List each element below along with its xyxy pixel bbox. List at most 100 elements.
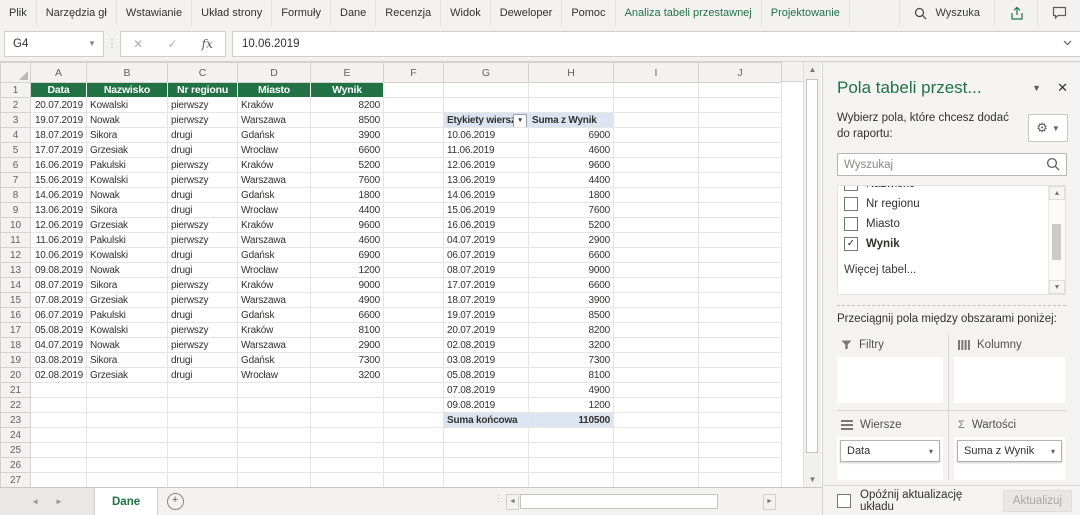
cell-J6[interactable]	[699, 158, 782, 173]
sheet-nav-left-icon[interactable]: ◄	[31, 497, 39, 506]
fields-search-input[interactable]	[837, 153, 1067, 176]
cell-F2[interactable]	[384, 98, 444, 113]
column-header-c[interactable]: C	[168, 63, 238, 83]
cell-H3[interactable]: Suma z Wynik	[529, 113, 614, 128]
cell-H12[interactable]: 6600	[529, 248, 614, 263]
cell-F24[interactable]	[384, 428, 444, 443]
cell-E13[interactable]: 1200	[311, 263, 384, 278]
cell-C13[interactable]: drugi	[168, 263, 238, 278]
cell-A18[interactable]: 04.07.2019	[31, 338, 87, 353]
cell-H5[interactable]: 4600	[529, 143, 614, 158]
cell-F23[interactable]	[384, 413, 444, 428]
cell-E7[interactable]: 7600	[311, 173, 384, 188]
cell-H18[interactable]: 3200	[529, 338, 614, 353]
cell-F12[interactable]	[384, 248, 444, 263]
cell-C25[interactable]	[168, 443, 238, 458]
cell-A14[interactable]: 08.07.2019	[31, 278, 87, 293]
cell-C9[interactable]: drugi	[168, 203, 238, 218]
cell-H26[interactable]	[529, 458, 614, 473]
cell-B9[interactable]: Sikora	[87, 203, 168, 218]
cell-D9[interactable]: Wrocław	[238, 203, 311, 218]
cell-B7[interactable]: Kowalski	[87, 173, 168, 188]
ribbon-tab-recenzja[interactable]: Recenzja	[376, 0, 441, 26]
cell-I18[interactable]	[614, 338, 699, 353]
cell-C10[interactable]: pierwszy	[168, 218, 238, 233]
cell-F5[interactable]	[384, 143, 444, 158]
cell-F22[interactable]	[384, 398, 444, 413]
ribbon-tab-widok[interactable]: Widok	[441, 0, 491, 26]
column-header-i[interactable]: I	[614, 63, 699, 83]
cell-D20[interactable]: Wrocław	[238, 368, 311, 383]
cell-D17[interactable]: Kraków	[238, 323, 311, 338]
cell-D6[interactable]: Kraków	[238, 158, 311, 173]
cell-D19[interactable]: Gdańsk	[238, 353, 311, 368]
cell-F1[interactable]	[384, 83, 444, 98]
cell-G20[interactable]: 05.08.2019	[444, 368, 529, 383]
cell-B22[interactable]	[87, 398, 168, 413]
cell-B12[interactable]: Kowalski	[87, 248, 168, 263]
cell-G17[interactable]: 20.07.2019	[444, 323, 529, 338]
cell-B20[interactable]: Grzesiak	[87, 368, 168, 383]
cell-I4[interactable]	[614, 128, 699, 143]
row-header-1[interactable]: 1	[1, 83, 31, 98]
scroll-left-icon[interactable]: ◄	[506, 494, 519, 510]
cell-B23[interactable]	[87, 413, 168, 428]
cell-C11[interactable]: pierwszy	[168, 233, 238, 248]
cell-F26[interactable]	[384, 458, 444, 473]
cell-G3[interactable]: Etykiety wierszy▾	[444, 113, 529, 128]
cell-E19[interactable]: 7300	[311, 353, 384, 368]
column-header-j[interactable]: J	[699, 63, 782, 83]
cell-C14[interactable]: pierwszy	[168, 278, 238, 293]
cell-E6[interactable]: 5200	[311, 158, 384, 173]
cell-D1[interactable]: Miasto	[238, 83, 311, 98]
list-scroll-down-icon[interactable]: ▼	[1049, 280, 1065, 294]
cell-I26[interactable]	[614, 458, 699, 473]
cell-D23[interactable]	[238, 413, 311, 428]
row-header-6[interactable]: 6	[1, 158, 31, 173]
row-header-15[interactable]: 15	[1, 293, 31, 308]
share-button[interactable]	[994, 0, 1037, 26]
cell-H14[interactable]: 6600	[529, 278, 614, 293]
cell-B4[interactable]: Sikora	[87, 128, 168, 143]
field-checkbox-nr-regionu[interactable]	[844, 197, 858, 211]
cell-H25[interactable]	[529, 443, 614, 458]
cell-C6[interactable]: pierwszy	[168, 158, 238, 173]
cell-J10[interactable]	[699, 218, 782, 233]
cell-B10[interactable]: Grzesiak	[87, 218, 168, 233]
row-header-25[interactable]: 25	[1, 443, 31, 458]
cell-J26[interactable]	[699, 458, 782, 473]
cell-A25[interactable]	[31, 443, 87, 458]
cell-G23[interactable]: Suma końcowa	[444, 413, 529, 428]
cell-G9[interactable]: 15.06.2019	[444, 203, 529, 218]
cell-I10[interactable]	[614, 218, 699, 233]
cell-J13[interactable]	[699, 263, 782, 278]
cell-G10[interactable]: 16.06.2019	[444, 218, 529, 233]
cell-D21[interactable]	[238, 383, 311, 398]
cell-I11[interactable]	[614, 233, 699, 248]
cell-I16[interactable]	[614, 308, 699, 323]
cell-D10[interactable]: Kraków	[238, 218, 311, 233]
cell-C18[interactable]: pierwszy	[168, 338, 238, 353]
cell-D18[interactable]: Warszawa	[238, 338, 311, 353]
update-button[interactable]: Aktualizuj	[1003, 490, 1072, 512]
cell-J24[interactable]	[699, 428, 782, 443]
cell-A12[interactable]: 10.06.2019	[31, 248, 87, 263]
row-header-12[interactable]: 12	[1, 248, 31, 263]
vertical-scrollbar-thumb[interactable]	[806, 79, 818, 453]
comments-button[interactable]	[1037, 0, 1080, 26]
cell-G13[interactable]: 08.07.2019	[444, 263, 529, 278]
cell-E1[interactable]: Wynik	[311, 83, 384, 98]
cell-H4[interactable]: 6900	[529, 128, 614, 143]
cell-C26[interactable]	[168, 458, 238, 473]
cell-I5[interactable]	[614, 143, 699, 158]
cell-E15[interactable]: 4900	[311, 293, 384, 308]
cell-G19[interactable]: 03.08.2019	[444, 353, 529, 368]
cell-B13[interactable]: Nowak	[87, 263, 168, 278]
row-header-3[interactable]: 3	[1, 113, 31, 128]
column-header-b[interactable]: B	[87, 63, 168, 83]
cell-B16[interactable]: Pakulski	[87, 308, 168, 323]
cell-H2[interactable]	[529, 98, 614, 113]
cell-H9[interactable]: 7600	[529, 203, 614, 218]
cell-A23[interactable]	[31, 413, 87, 428]
cell-G11[interactable]: 04.07.2019	[444, 233, 529, 248]
